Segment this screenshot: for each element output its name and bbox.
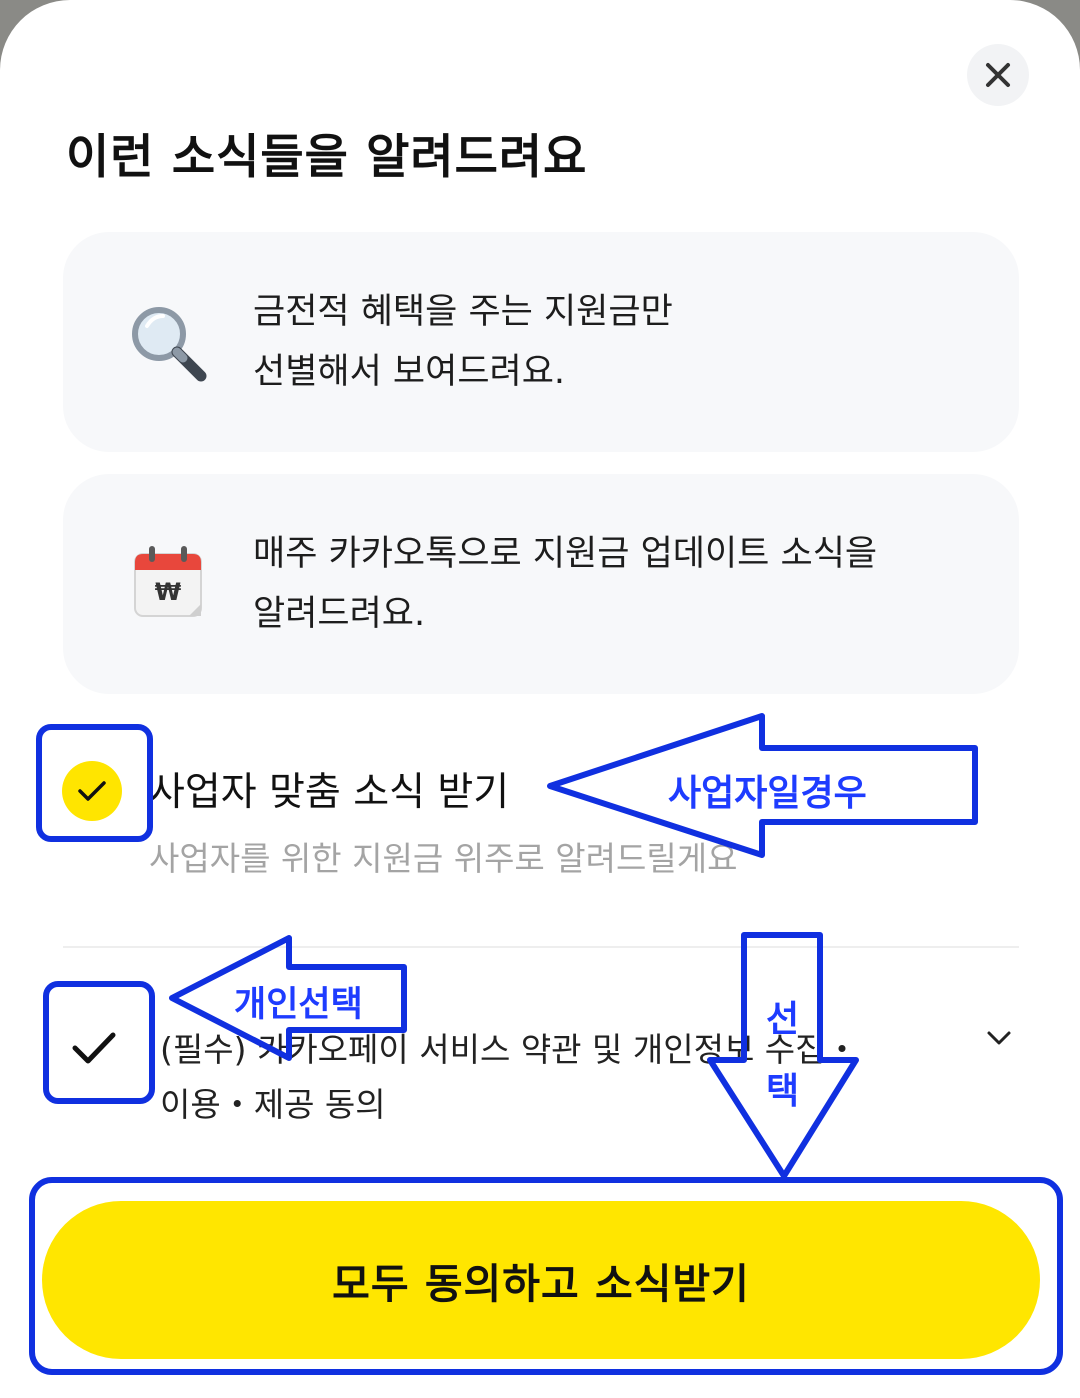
business-option-checkbox[interactable] [62, 761, 122, 821]
svg-text:₩: ₩ [155, 578, 182, 606]
annotation-label-select: 선 택 [766, 999, 800, 1112]
annotation-label-business: 사업자일경우 [668, 773, 867, 814]
close-icon [986, 63, 1010, 87]
chevron-down-icon[interactable] [985, 1028, 1013, 1048]
card-description: 매주 카카오톡으로 지원금 업데이트 소식을 알려드려요. [253, 534, 878, 634]
check-icon [78, 781, 106, 801]
info-card-kakaotalk: ₩ 매주 카카오톡으로 지원금 업데이트 소식을 알려드려요. [63, 474, 1019, 694]
bottom-sheet: 이런 소식들을 알려드려요 금전적 혜택을 주는 지원금만 선별해서 보여드려요… [0, 0, 1080, 1398]
divider [63, 946, 1019, 948]
info-card-filter: 금전적 혜택을 주는 지원금만 선별해서 보여드려요. [63, 232, 1019, 452]
magnifier-icon [132, 307, 207, 382]
close-button[interactable] [967, 44, 1029, 106]
check-icon [72, 1032, 116, 1064]
agree-all-button[interactable]: 모두 동의하고 소식받기 [42, 1201, 1040, 1359]
card-description: 금전적 혜택을 주는 지원금만 선별해서 보여드려요. [253, 292, 673, 392]
annotation-label-personal: 개인선택 [234, 985, 363, 1025]
terms-checkbox[interactable] [62, 1016, 126, 1080]
won-calendar-icon: ₩ [134, 546, 202, 617]
business-option-description: 사업자를 위한 지원금 위주로 알려드릴게요 [149, 839, 738, 878]
page-title: 이런 소식들을 알려드려요 [66, 130, 588, 185]
business-option-label[interactable]: 사업자 맞춤 소식 받기 [149, 761, 509, 817]
